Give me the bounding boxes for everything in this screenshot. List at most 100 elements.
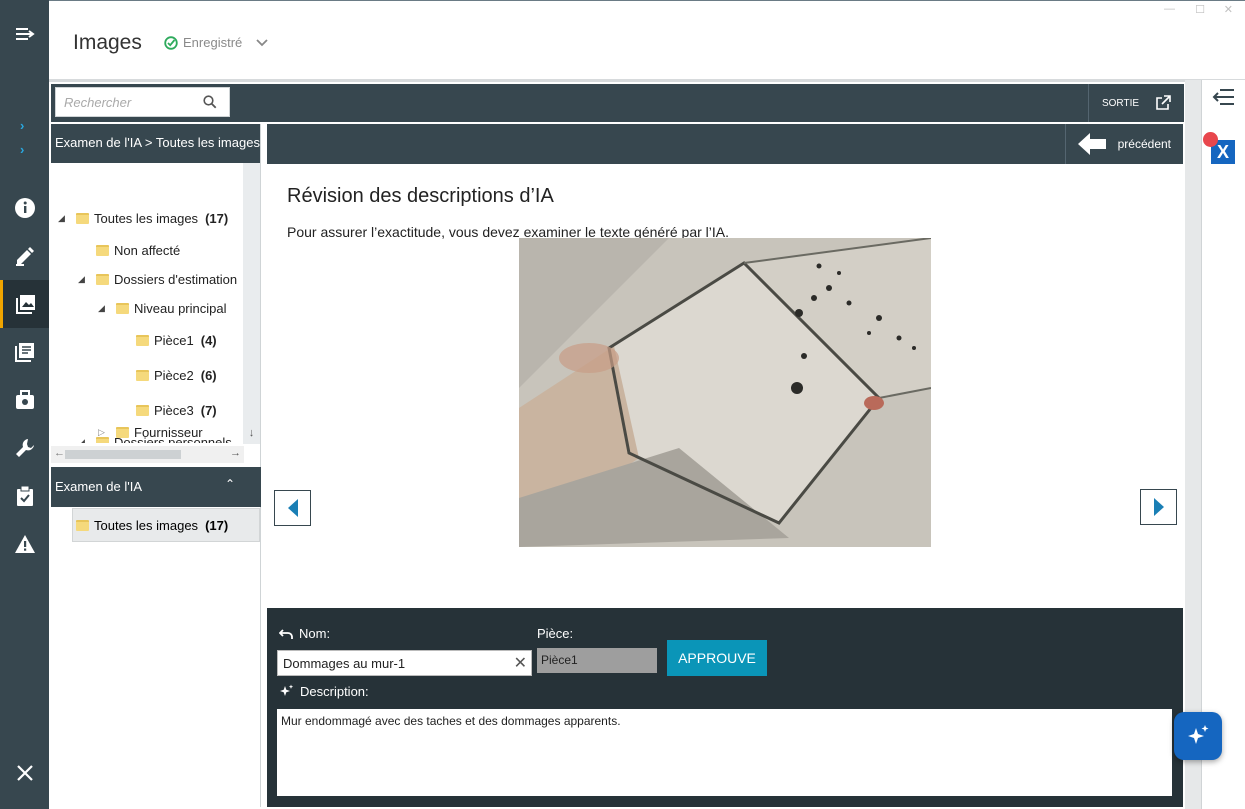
- room-label: Pièce:: [537, 626, 574, 641]
- wrench-icon[interactable]: [0, 424, 49, 472]
- review-form: Nom: Dommages au mur-1 ✕ Pièce: Pièce1 A…: [267, 608, 1183, 807]
- previous-image-button[interactable]: [274, 490, 311, 526]
- external-link-icon: [1156, 95, 1171, 110]
- minimize-icon[interactable]: —: [1164, 3, 1175, 15]
- arrow-left-icon: [1077, 133, 1106, 155]
- search-icon[interactable]: [203, 95, 217, 109]
- tree-item-room2[interactable]: Pièce2 (6): [136, 368, 217, 383]
- app-window: › › Images Enregistré — ☐ ✕ Rechercher S…: [0, 0, 1245, 809]
- chevron-right-icon[interactable]: ›: [20, 118, 24, 133]
- tree-item-supplier[interactable]: ▷ Fournisseur: [98, 425, 203, 440]
- ai-assistant-button[interactable]: [1174, 712, 1222, 760]
- vertical-scrollbar[interactable]: [243, 163, 260, 443]
- header-divider: [49, 79, 1245, 82]
- folder-icon: [96, 274, 109, 285]
- scroll-right-icon[interactable]: →: [230, 447, 241, 459]
- collapse-menu-icon[interactable]: [0, 10, 49, 58]
- caret-left-icon: [287, 499, 298, 517]
- description-label: Description:: [279, 684, 369, 699]
- search-box[interactable]: [55, 87, 230, 117]
- collapse-panel-icon[interactable]: [1212, 87, 1236, 112]
- folder-icon: [136, 405, 149, 416]
- maximize-icon[interactable]: ☐: [1195, 3, 1205, 16]
- chevron-right-icon[interactable]: ›: [20, 142, 24, 157]
- info-icon[interactable]: [0, 184, 49, 232]
- main-toolbar: précédent: [267, 124, 1183, 164]
- window-close-icon[interactable]: ✕: [1224, 3, 1233, 16]
- tree-item-label: Pièce3: [154, 403, 194, 418]
- folder-icon: [136, 335, 149, 346]
- selected-folder-label: Toutes les images: [94, 517, 199, 533]
- ai-sparkle-icon: [1188, 725, 1209, 744]
- name-label: Nom:: [279, 626, 330, 641]
- edit-icon[interactable]: [0, 232, 49, 280]
- exit-button[interactable]: SORTIE: [1088, 84, 1184, 122]
- tree-item-room3[interactable]: Pièce3 (7): [136, 403, 217, 418]
- collapse-triangle-icon[interactable]: ◢: [78, 437, 88, 443]
- selected-folder-item[interactable]: Toutes les images (17): [72, 508, 260, 542]
- collapse-triangle-icon[interactable]: ◢: [58, 213, 68, 224]
- tree-item-main-level[interactable]: ◢ Niveau principal: [98, 301, 227, 316]
- nav-rail: › ›: [0, 0, 49, 809]
- tree-item-estimate-folders[interactable]: ◢ Dossiers d'estimation: [78, 272, 237, 287]
- scroll-left-icon[interactable]: ←: [54, 447, 65, 459]
- damage-photo: [519, 238, 931, 547]
- tree-item-unassigned[interactable]: Non affecté: [96, 243, 180, 258]
- approve-button[interactable]: APPROUVE: [667, 640, 767, 676]
- name-field[interactable]: Dommages au mur-1 ✕: [277, 650, 532, 676]
- search-input[interactable]: [64, 94, 194, 110]
- clear-icon[interactable]: ✕: [514, 653, 527, 673]
- scrollbar-thumb[interactable]: [65, 450, 181, 459]
- scroll-down-icon[interactable]: ↓: [243, 427, 260, 444]
- expand-triangle-icon[interactable]: ▷: [98, 427, 108, 438]
- horizontal-scrollbar[interactable]: ← →: [51, 446, 244, 463]
- tree-item-label: Pièce1: [154, 333, 194, 348]
- room-field[interactable]: Pièce1: [537, 648, 657, 673]
- warning-icon[interactable]: [0, 520, 49, 568]
- toolbox-icon[interactable]: [0, 376, 49, 424]
- tree-item-count: (7): [200, 403, 217, 418]
- page-header: Images Enregistré — ☐ ✕: [49, 0, 1245, 80]
- description-textarea[interactable]: Mur endommagé avec des taches et des dom…: [277, 709, 1172, 796]
- right-side-strip: X: [1201, 80, 1245, 809]
- clipboard-check-icon[interactable]: [0, 472, 49, 520]
- chevron-up-icon[interactable]: ⌃: [225, 477, 235, 491]
- images-icon[interactable]: [0, 280, 49, 328]
- next-image-button[interactable]: [1140, 489, 1177, 525]
- name-field-value: Dommages au mur-1: [283, 656, 406, 671]
- tree-item-room1[interactable]: Pièce1 (4): [136, 333, 217, 348]
- tree-item-label: Non affecté: [114, 243, 181, 258]
- undo-icon[interactable]: [279, 628, 293, 640]
- chevron-down-icon[interactable]: [255, 38, 269, 48]
- name-label-text: Nom:: [299, 626, 331, 641]
- collapse-triangle-icon[interactable]: ◢: [98, 303, 108, 314]
- folder-panel: Examen de l'IA > Toutes les images ◢ Tou…: [51, 124, 261, 807]
- collapse-triangle-icon[interactable]: ◢: [78, 274, 88, 285]
- tree-item-label: Niveau principal: [134, 301, 227, 316]
- folder-icon: [116, 303, 129, 314]
- tree-item-all-images[interactable]: ◢ Toutes les images (17): [58, 211, 228, 226]
- description-label-text: Description:: [300, 684, 369, 699]
- selected-folder-count: (17): [205, 517, 229, 533]
- breadcrumb: Examen de l'IA > Toutes les images: [51, 124, 260, 163]
- ai-review-section-header[interactable]: Examen de l'IA ⌃: [51, 467, 261, 507]
- section-title: Examen de l'IA: [55, 479, 143, 494]
- save-status[interactable]: Enregistré: [164, 35, 269, 50]
- review-title: Révision des descriptions d’IA: [287, 185, 554, 207]
- documents-icon[interactable]: [0, 328, 49, 376]
- toolbar: SORTIE: [51, 84, 1184, 122]
- folder-icon: [136, 370, 149, 381]
- folder-icon: [96, 245, 109, 256]
- close-icon[interactable]: [0, 749, 49, 797]
- tree-item-count: (6): [200, 368, 217, 383]
- notification-dot-icon: [1203, 132, 1218, 147]
- folder-icon: [76, 519, 89, 531]
- previous-button[interactable]: précédent: [1065, 124, 1183, 164]
- tree-item-count: (17): [205, 211, 229, 226]
- caret-right-icon: [1153, 498, 1164, 516]
- tree-item-label: Fournisseur: [134, 425, 203, 440]
- tree-item-count: (4): [200, 333, 217, 348]
- folder-icon: [116, 427, 129, 438]
- tree-item-label: Dossiers d'estimation: [114, 272, 238, 287]
- previous-label: précédent: [1117, 137, 1171, 151]
